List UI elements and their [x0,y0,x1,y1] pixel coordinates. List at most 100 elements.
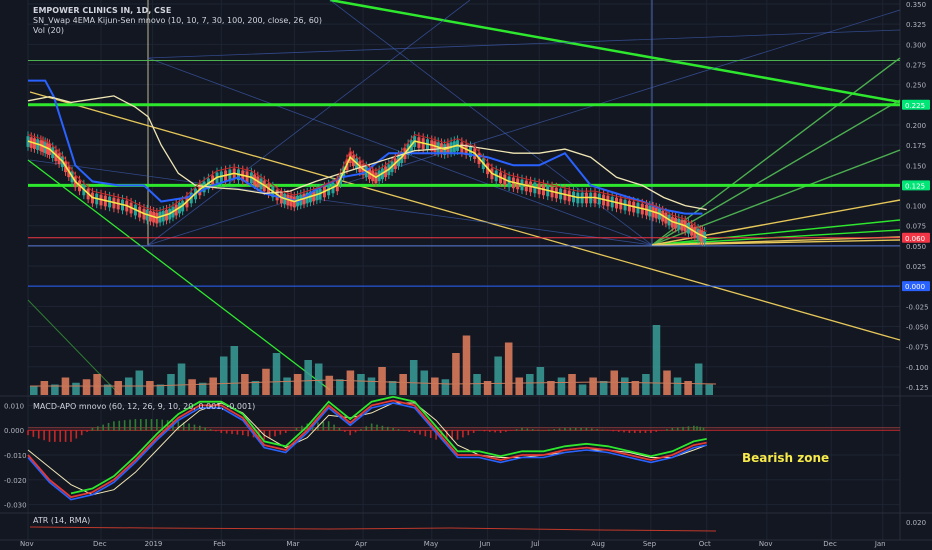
macd-histogram-bar [48,430,51,442]
macd-histogram-bar [290,430,292,431]
macd-histogram-bar [241,430,244,436]
atr-label[interactable]: ATR (14, RMA) [33,516,90,526]
macd-histogram-bar [91,427,94,431]
price-tick-label: 0.350 [906,1,926,9]
macd-histogram-bar [472,430,475,433]
volume-bar [494,356,502,395]
macd-histogram-bar [531,429,534,431]
volume-bar [431,377,439,395]
macd-histogram-bar [650,430,652,433]
macd-histogram-bar [585,427,588,431]
macd-histogram-bar [623,430,625,433]
volume-bar [694,363,703,395]
x-tick-label: Jun [479,540,491,548]
macd-histogram-bar [617,430,620,432]
indicator-label-volume[interactable]: Vol (20) [33,26,322,36]
x-tick-label: Jul [530,540,540,548]
macd-histogram-bar [247,430,249,437]
volume-bar [72,382,80,395]
macd-histogram-bar [392,427,394,431]
volume-bar [325,375,334,395]
macd-histogram-bar [177,421,180,431]
macd-histogram-bar [102,424,104,431]
volume-bar [504,342,513,395]
price-tick-label: 0.175 [906,142,926,150]
x-tick-label: Aug [591,540,605,548]
volume-bar [230,346,239,395]
macd-histogram-bar [193,424,196,431]
x-tick-label: Oct [699,540,711,548]
macd-histogram-bar [209,429,212,431]
macd-tick-label: -0.020 [4,477,27,485]
x-tick-label: Dec [93,540,107,548]
volume-bar [367,377,376,395]
macd-histogram-bar [376,424,378,431]
price-tick-label: 0.150 [906,162,926,170]
volume-bar [209,377,217,395]
macd-histogram-bar [268,430,271,438]
volume-bar [293,374,302,395]
x-tick-label: Dec [823,540,837,548]
volume-bar [251,381,260,395]
macd-histogram-bar [231,430,233,435]
macd-histogram-bar [548,429,550,431]
macd-histogram-bar [478,430,480,431]
macd-histogram-bar [666,429,668,431]
macd-histogram-bar [564,427,566,431]
price-tick-label: 0.050 [906,243,926,251]
macd-histogram-bar [349,430,351,436]
macd-histogram-bar [225,430,228,434]
macd-histogram-bar [515,429,518,431]
macd-histogram-bar [429,430,432,438]
macd-histogram-bar [156,419,158,431]
price-tick-label: 0.250 [906,82,926,90]
price-tick-label: -0.025 [906,303,929,311]
macd-histogram-bar [386,426,389,431]
volume-bar [526,374,534,395]
macd-label[interactable]: MACD-APO mnovo (60, 12, 26, 9, 10, 20, 0… [33,402,255,412]
macd-histogram-bar [333,424,335,431]
macd-histogram-bar [274,430,276,437]
price-tick-label: 0.075 [906,223,926,231]
volume-bar [652,325,661,395]
macd-histogram-bar [569,427,572,431]
macd-histogram-bar [655,430,658,432]
macd-histogram-bar [671,427,674,431]
volume-bar [621,377,629,395]
price-badge-label: 0.225 [905,102,925,110]
macd-histogram-bar [59,430,62,442]
volume-bar [536,367,545,395]
macd-histogram-bar [150,419,153,431]
macd-histogram-bar [488,430,491,432]
volume-bar [346,370,355,395]
volume-bar [304,360,312,395]
macd-histogram-bar [123,420,126,431]
macd-histogram-bar [607,430,609,431]
x-tick-label: Feb [213,540,226,548]
chart-canvas: 0.350 0.325 0.300 0.275 0.250 0.225 0.200 0.175… [0,0,932,550]
volume-bar [146,381,154,395]
macd-histogram-bar [413,430,416,433]
macd-histogram-bar [145,419,147,431]
macd-histogram-bar [43,430,45,441]
price-tick-label: -0.075 [906,344,929,352]
macd-histogram-bar [86,430,88,432]
x-tick-label: Nov [759,540,773,548]
volume-bar [409,360,418,395]
volume-bar [283,377,291,395]
macd-histogram-bar [327,421,330,431]
macd-histogram-bar [204,427,206,431]
macd-histogram-bar [279,430,282,435]
macd-histogram-bar [381,425,384,431]
macd-histogram-bar [542,430,545,431]
macd-histogram-bar [70,430,72,442]
chart-title[interactable]: EMPOWER CLINICS IN, 1D, CSE [33,6,322,16]
macd-histogram-bar [220,430,223,433]
atr-legend: ATR (14, RMA) [33,516,90,526]
x-tick-label: Nov [20,540,34,548]
price-tick-label: -0.125 [906,384,929,392]
volume-bar [642,374,650,395]
indicator-label-vwap[interactable]: SN_Vwap 4EMA Kijun-Sen mnovo (10, 10, 7,… [33,16,322,26]
volume-bar [40,381,49,395]
volume-bar [515,377,524,395]
